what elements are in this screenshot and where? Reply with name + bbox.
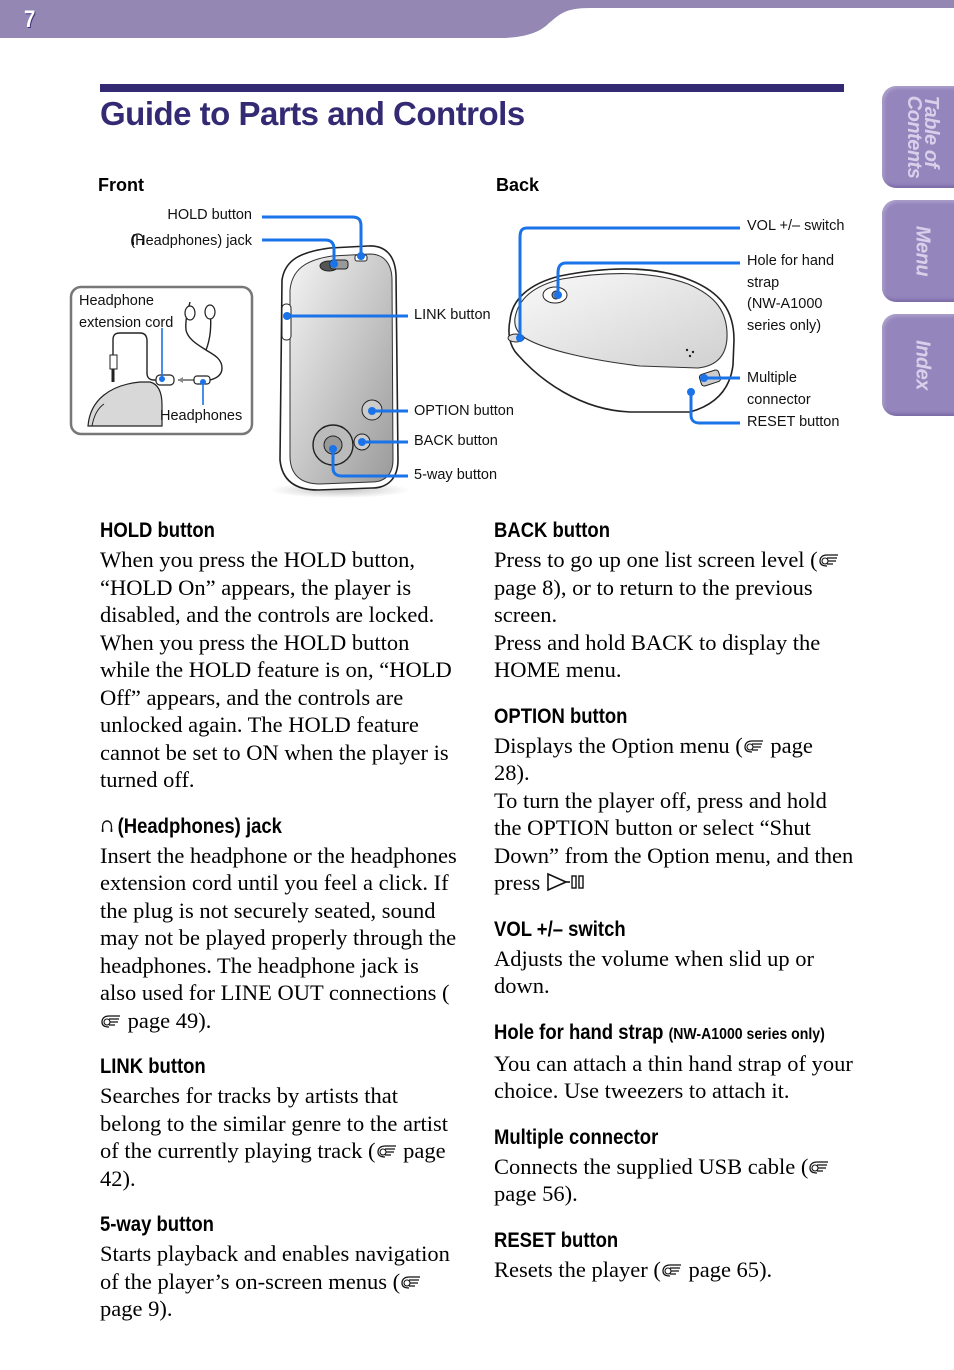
title-rule — [100, 84, 844, 92]
tab-label: Table of Contents — [903, 95, 942, 179]
section-body: When you press the HOLD button, “HOLD On… — [100, 547, 452, 792]
body-text: ). — [564, 1181, 578, 1206]
header-band-shape — [0, 0, 954, 38]
page-reference-link[interactable]: page 49 — [128, 1008, 199, 1033]
callout-reset-button: RESET button — [747, 414, 840, 430]
body-text: Insert the headphone or the headphones e… — [100, 842, 457, 1006]
section-heading: 5-way button — [100, 1213, 214, 1236]
section-body-2: To turn the player off, press and hold t… — [494, 787, 854, 897]
body-text: ). — [122, 1165, 136, 1191]
section-body: You can attach a thin hand strap of your… — [494, 1050, 853, 1104]
section-hand-strap-hole: Hole for hand strap (NW-A1000 series onl… — [494, 1018, 854, 1105]
section-body: Adjusts the volume when slid up or down. — [494, 945, 814, 999]
callout-back-button: BACK button — [414, 433, 498, 449]
body-text: Press to go up one list screen level ( — [494, 547, 818, 572]
page-reference-icon — [662, 1263, 681, 1277]
tab-label: Menu — [911, 225, 934, 277]
inset-label-extension-cord: Headphone extension cord — [79, 293, 174, 331]
page-reference-icon — [376, 1145, 396, 1158]
section-link-button: LINK button Searches for tracks by artis… — [100, 1052, 460, 1192]
page-reference-icon — [744, 739, 763, 753]
inset-label-headphones: Headphones — [160, 408, 243, 424]
section-body: Starts playback and enables navigation o… — [100, 1240, 460, 1323]
callout-hand-strap-hole: Hole for hand strap (NW-A1000 series onl… — [747, 253, 835, 334]
section-body: Press to go up one list screen level ( pa… — [494, 546, 854, 629]
page-reference-icon — [101, 1014, 120, 1028]
section-back-button: BACK button Press to go up one list scre… — [494, 516, 854, 684]
body-text: ). — [159, 1296, 173, 1321]
section-hold-button: HOLD button When you press the HOLD butt… — [100, 516, 460, 794]
section-heading: VOL +/– switch — [494, 917, 626, 941]
front-heading: Front — [98, 175, 144, 195]
back-heading: Back — [496, 175, 540, 195]
body-text: Displays the Option menu ( — [494, 732, 743, 758]
page-reference-link[interactable]: page 56 — [494, 1181, 565, 1206]
page-reference-icon — [401, 1275, 421, 1289]
callout-5-way-button: 5-way button — [414, 467, 498, 483]
callout-option-button: OPTION button — [414, 403, 514, 419]
section-headphones-jack: (Headphones) jack Insert the headphone o… — [100, 812, 460, 1035]
right-column: BACK button Press to go up one list scre… — [494, 516, 854, 1301]
callout-hold-button: HOLD button — [167, 207, 252, 223]
headphones-icon — [101, 819, 113, 832]
body-text: Connects the supplied USB cable ( — [494, 1153, 809, 1179]
play-pause-icon — [547, 872, 584, 892]
page-reference-icon — [819, 554, 838, 567]
section-heading: LINK button — [100, 1055, 206, 1078]
section-body: Connects the supplied USB cable ( page 5… — [494, 1153, 854, 1208]
callout-headphones-jack-label: (Headphones) jack — [130, 233, 252, 249]
page-number: 7 — [24, 6, 35, 33]
body-text: ). — [198, 1007, 212, 1033]
section-body: Displays the Option menu ( page 28). — [494, 732, 854, 787]
page-reference-icon — [809, 1160, 829, 1174]
tab-table-of-contents[interactable]: Table of Contents — [882, 86, 954, 188]
section-multiple-connector: Multiple connector Connects the supplied… — [494, 1123, 854, 1208]
section-body: Resets the player ( page 65). — [494, 1256, 854, 1284]
tab-menu[interactable]: Menu — [882, 200, 954, 302]
section-heading-text: (Headphones) jack — [117, 814, 282, 838]
header-band: 7 — [0, 0, 954, 40]
parts-figure: Front Back HOLD button (Headphones) jack… — [0, 160, 870, 510]
callout-headphones-jack: (Headphones) jack — [130, 231, 252, 253]
body-text: Starts playback and enables navigation o… — [100, 1241, 450, 1294]
section-body-2: Press and hold BACK to display the HOME … — [494, 629, 821, 683]
section-heading: OPTION button — [494, 704, 628, 728]
page-reference-link[interactable]: page 65 — [688, 1257, 759, 1282]
page-reference-link[interactable]: page 8 — [494, 575, 553, 600]
body-text: ). — [759, 1256, 773, 1282]
body-text: ). — [516, 760, 530, 785]
device-illustration — [69, 215, 740, 498]
front-device — [270, 245, 410, 498]
section-option-button: OPTION button Displays the Option menu (… — [494, 702, 854, 897]
callout-multiple-connector: Multiple connector — [747, 370, 811, 408]
page-title: Guide to Parts and Controls — [100, 95, 525, 132]
callout-link-button: LINK button — [414, 307, 491, 323]
section-heading-text: Hole for hand strap — [494, 1020, 664, 1044]
section-heading: BACK button — [494, 519, 610, 542]
callout-vol-switch: VOL +/– switch — [747, 218, 845, 234]
section-heading: Hole for hand strap (NW-A1000 series onl… — [494, 1018, 825, 1050]
section-vol-switch: VOL +/– switch Adjusts the volume when s… — [494, 915, 854, 1000]
section-heading: Multiple connector — [494, 1125, 659, 1149]
headphones-icon — [132, 233, 145, 245]
section-heading-note: (NW-A1000 series only) — [668, 1025, 825, 1043]
section-heading: (Headphones) jack — [100, 812, 417, 842]
section-body: Searches for tracks by artists that belo… — [100, 1082, 460, 1192]
left-column: HOLD button When you press the HOLD butt… — [100, 516, 460, 1341]
back-device — [507, 268, 735, 413]
body-text: Resets the player ( — [494, 1256, 661, 1282]
section-heading: HOLD button — [100, 519, 215, 542]
section-reset-button: RESET button Resets the player ( page 65… — [494, 1226, 854, 1284]
section-5-way-button: 5-way button Starts playback and enables… — [100, 1210, 460, 1323]
page-reference-link[interactable]: page 9 — [100, 1296, 159, 1321]
section-heading: RESET button — [494, 1228, 619, 1252]
section-body: Insert the headphone or the headphones e… — [100, 842, 460, 1035]
tab-index[interactable]: Index — [882, 314, 954, 416]
tab-label: Index — [911, 340, 934, 390]
